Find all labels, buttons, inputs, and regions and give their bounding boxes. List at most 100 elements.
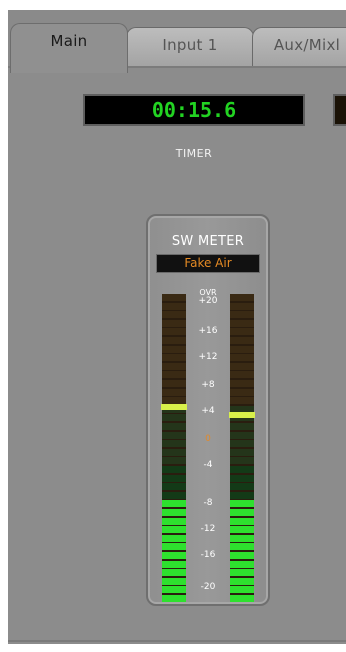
meter-segment (162, 414, 186, 422)
meter-segment (230, 577, 254, 585)
meter-segment (230, 500, 254, 508)
meter-segment (162, 423, 186, 430)
meter-segment (162, 543, 186, 551)
meter-segment (162, 362, 186, 370)
meter-segment (230, 526, 254, 534)
meter-segment (162, 380, 186, 387)
meter-segment (162, 491, 186, 499)
meter-segment (230, 466, 254, 473)
meter-segment (230, 319, 254, 327)
scale-label: +16 (198, 326, 218, 336)
tab-main-label: Main (50, 32, 88, 50)
meter-segment (230, 448, 254, 456)
peak-hold-indicator (161, 404, 187, 411)
meter-segment (230, 474, 254, 482)
scale-label: -8 (203, 498, 213, 508)
scale-label: +12 (198, 352, 218, 362)
meter-segment (230, 483, 254, 491)
meter-segment (162, 448, 186, 456)
meter-segment (230, 560, 254, 568)
timer-display: 00:15.6 (83, 94, 305, 126)
main-panel: Main Input 1 Aux/Mixl 00:15.6 TIMER SW M… (8, 10, 346, 644)
meter-segment (230, 431, 254, 439)
meter-segment (230, 354, 254, 362)
meter-segment (162, 517, 186, 525)
meter-segment (230, 569, 254, 577)
scale-label: +20 (198, 296, 218, 306)
peak-hold-indicator (229, 411, 255, 418)
meter-segment (230, 517, 254, 525)
meter-segment (230, 595, 254, 602)
tab-main[interactable]: Main (10, 23, 128, 73)
meter-segment (162, 337, 186, 344)
bottom-divider (8, 640, 346, 642)
meter-body: OVR +20 +16 +12 +8 +4 0 -4 -8 -12 -16 -20 (158, 286, 258, 604)
meter-segment (230, 371, 254, 379)
meter-segment (162, 483, 186, 491)
meter-segment (230, 311, 254, 319)
meter-segment (162, 294, 186, 301)
sw-meter: SW METER Fake Air OVR +20 +16 +12 +8 +4 0 -4 -8-… (146, 214, 270, 606)
meter-segment (162, 302, 186, 310)
meter-segment (162, 552, 186, 559)
meter-segment (162, 431, 186, 439)
meter-segment (162, 397, 186, 405)
meter-segment (162, 388, 186, 396)
meter-segment (230, 543, 254, 551)
meter-segment (162, 560, 186, 568)
timer-label: TIMER (175, 147, 213, 160)
tab-aux-mix[interactable]: Aux/Mixl (252, 27, 346, 67)
meter-segment (162, 595, 186, 602)
meter-segment (230, 397, 254, 405)
meter-segment (230, 328, 254, 336)
tab-strip: Main Input 1 Aux/Mixl (8, 10, 346, 73)
scale-label: +4 (201, 406, 215, 416)
scale-label: -12 (200, 524, 216, 534)
meter-segment (230, 380, 254, 387)
meter-segment (162, 577, 186, 585)
meter-segment (162, 526, 186, 534)
tab-aux-mix-label: Aux/Mixl (273, 36, 341, 54)
meter-segment (162, 328, 186, 336)
scale-label: +8 (201, 380, 215, 390)
app-root: Main Input 1 Aux/Mixl 00:15.6 TIMER SW M… (0, 0, 346, 652)
meter-segment (162, 371, 186, 379)
meter-segment (230, 491, 254, 499)
meter-segment (162, 354, 186, 362)
meter-segment (162, 474, 186, 482)
meter-segment (162, 509, 186, 516)
scale-label: -16 (200, 550, 216, 560)
meter-segment (230, 345, 254, 353)
meter-segment (230, 534, 254, 542)
meter-segment (162, 500, 186, 508)
meter-segment (230, 440, 254, 448)
meter-segment (162, 457, 186, 465)
scale-label: -20 (200, 582, 216, 592)
meter-segment (162, 345, 186, 353)
meter-segment (162, 440, 186, 448)
left-level-bar (161, 294, 187, 602)
meter-segment (230, 302, 254, 310)
scale-label: -4 (203, 460, 213, 470)
meter-segment (230, 552, 254, 559)
tab-input-1-label: Input 1 (162, 36, 218, 54)
scale-label: 0 (205, 434, 211, 444)
meter-segment (230, 362, 254, 370)
meter-source-select[interactable]: Fake Air (156, 254, 260, 273)
meter-segment (162, 569, 186, 577)
meter-segment (162, 586, 186, 594)
secondary-display (333, 94, 346, 126)
meter-segment (230, 509, 254, 516)
meter-segment (230, 586, 254, 594)
meter-title: SW METER (171, 234, 245, 249)
meter-segment (230, 423, 254, 430)
meter-segment (162, 534, 186, 542)
meter-segment (230, 457, 254, 465)
meter-segment (230, 294, 254, 301)
tab-input-1[interactable]: Input 1 (126, 27, 254, 67)
meter-segment (230, 388, 254, 396)
meter-segment (162, 466, 186, 473)
meter-segment (162, 319, 186, 327)
meter-segment (230, 337, 254, 344)
right-level-bar (229, 294, 255, 602)
